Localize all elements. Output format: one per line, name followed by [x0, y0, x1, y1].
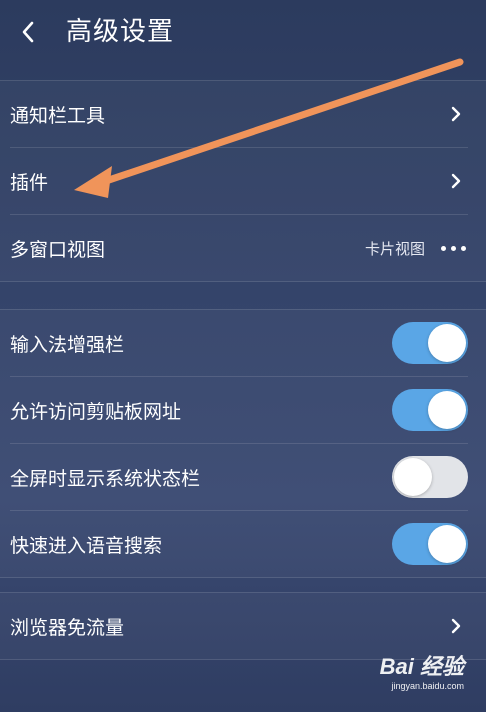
toggle-switch[interactable]	[392, 322, 468, 364]
baidu-watermark: Bai 经验 jingyan.baidu.com	[364, 654, 464, 702]
chevron-right-icon	[450, 172, 462, 190]
settings-row-clipboard-url: 允许访问剪贴板网址	[10, 377, 468, 444]
toggle-knob	[428, 391, 466, 429]
settings-row-input-enhance-bar: 输入法增强栏	[10, 310, 468, 377]
toggle-switch[interactable]	[392, 389, 468, 431]
settings-row-fullscreen-status-bar: 全屏时显示系统状态栏	[10, 444, 468, 511]
toggle-switch[interactable]	[392, 523, 468, 565]
toggle-knob	[394, 458, 432, 496]
settings-row-free-traffic[interactable]: 浏览器免流量	[10, 593, 468, 659]
settings-row-voice-search: 快速进入语音搜索	[10, 511, 468, 577]
row-label: 快速进入语音搜索	[10, 534, 163, 557]
page-title: 高级设置	[66, 17, 175, 47]
settings-row-plugins[interactable]: 插件	[10, 148, 468, 215]
row-label: 插件	[10, 171, 49, 194]
watermark-brand: Bai 经验	[379, 654, 464, 679]
toggle-knob	[428, 525, 466, 563]
app-header: 高级设置	[0, 0, 486, 70]
row-label: 允许访问剪贴板网址	[10, 400, 182, 423]
toggle-knob	[428, 324, 466, 362]
back-button[interactable]	[10, 14, 46, 50]
row-label: 浏览器免流量	[10, 616, 125, 639]
row-label: 通知栏工具	[10, 104, 106, 127]
row-label: 输入法增强栏	[10, 333, 125, 356]
row-label: 多窗口视图	[10, 238, 106, 261]
row-label: 全屏时显示系统状态栏	[10, 467, 201, 490]
chevron-right-icon	[450, 105, 462, 123]
settings-row-notification-tools[interactable]: 通知栏工具	[10, 81, 468, 148]
row-value: 卡片视图	[364, 239, 425, 258]
settings-row-multi-window-view[interactable]: 多窗口视图 卡片视图	[10, 215, 468, 281]
chevron-right-icon	[450, 617, 462, 635]
toggle-settings-section: 输入法增强栏 允许访问剪贴板网址 全屏时显示系统状态栏 快速进入语音搜索	[0, 309, 486, 578]
traffic-settings-section: 浏览器免流量	[0, 592, 486, 660]
toggle-switch[interactable]	[392, 456, 468, 498]
chevron-left-icon	[22, 21, 34, 43]
more-dots-icon[interactable]	[441, 245, 466, 251]
watermark-url: jingyan.baidu.com	[391, 681, 464, 691]
nav-settings-section: 通知栏工具 插件 多窗口视图 卡片视图	[0, 80, 486, 282]
